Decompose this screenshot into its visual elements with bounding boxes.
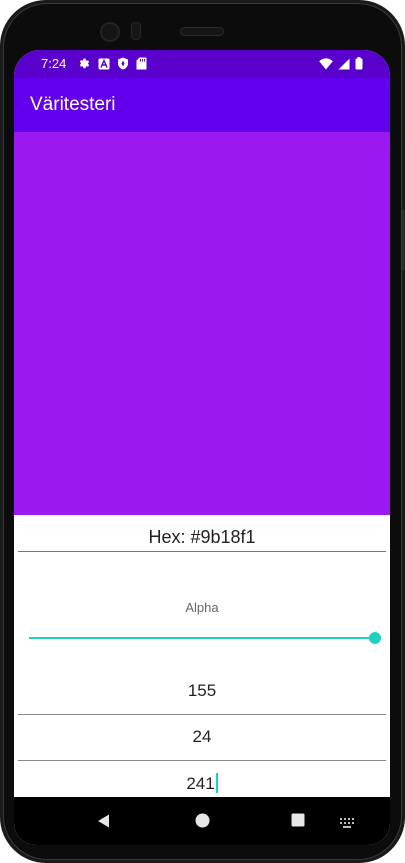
battery-icon [355,57,363,75]
blue-field-content: 241 [18,773,386,794]
settings-icon [78,57,91,75]
cell-signal-icon [338,57,350,75]
text-cursor [215,773,218,793]
navigation-bar [14,797,390,845]
recents-icon[interactable] [291,813,305,832]
hex-value: Hex: #9b18f1 [148,527,256,547]
app-title: Väritesteri [30,94,116,115]
alpha-slider-thumb[interactable] [369,632,381,644]
red-field[interactable]: 155 [18,669,386,715]
earpiece-speaker [180,27,224,36]
a-notification-icon [98,57,110,75]
alpha-label: Alpha [185,600,219,615]
home-icon[interactable] [195,813,210,833]
proximity-sensor [131,22,141,40]
front-camera [100,22,120,42]
status-bar: 7:24 [14,50,390,78]
alpha-slider-track [29,637,375,639]
hex-underline [18,551,386,552]
color-preview [14,132,390,515]
red-value: 155 [187,681,217,700]
device-frame: 7:24 Väritesteri Hex: #9b18f1 Alpha 155 … [0,0,405,863]
status-system-icons [319,57,363,75]
green-field[interactable]: 24 [18,715,386,761]
back-icon[interactable] [96,813,112,834]
status-notification-icons [78,57,147,75]
blue-value: 241 [186,774,215,793]
green-value: 24 [192,727,212,746]
keyboard-icon[interactable] [340,815,354,833]
shield-icon [117,57,129,75]
app-bar: Väritesteri [14,78,390,132]
screen: 7:24 Väritesteri Hex: #9b18f1 Alpha 155 … [14,50,390,845]
alpha-slider[interactable] [29,627,381,649]
color-controls: Hex: #9b18f1 Alpha 155 24 241 [14,515,390,807]
sd-card-icon [136,57,147,75]
wifi-icon [319,57,333,75]
status-time: 7:24 [41,56,67,71]
